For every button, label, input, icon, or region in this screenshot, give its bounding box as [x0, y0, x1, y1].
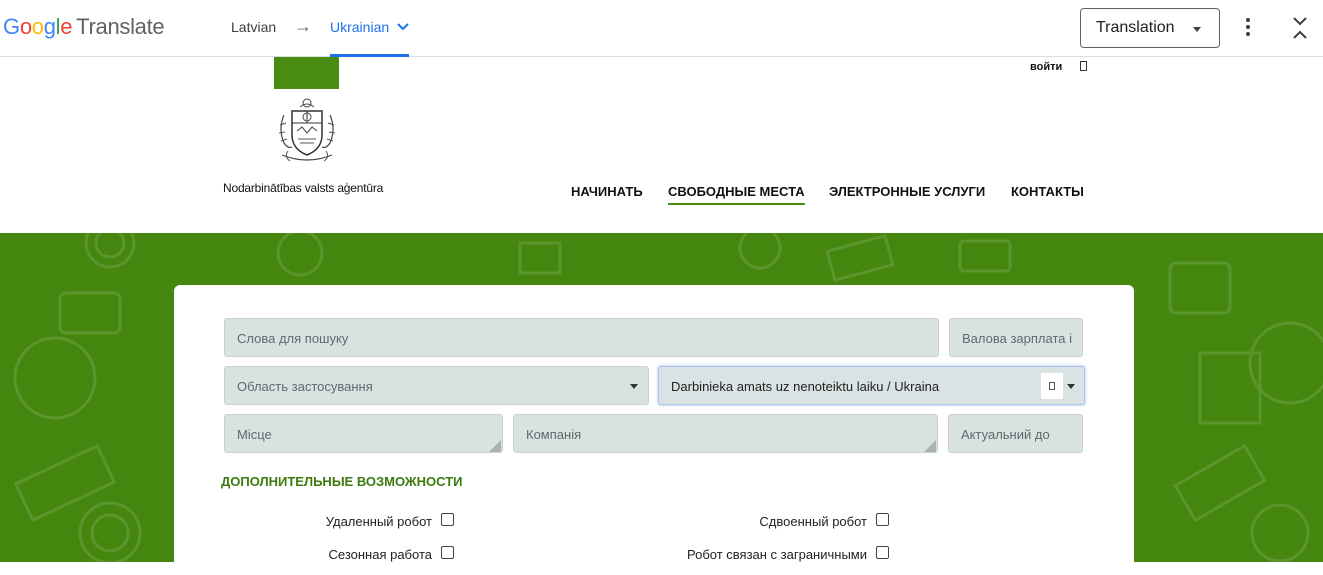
agency-name: Nodarbinātības valsts aģentūra: [223, 181, 384, 195]
keywords-input[interactable]: Слова для пошуку: [224, 318, 939, 357]
seasonal-work-label: Сезонная работа: [328, 547, 432, 562]
foreign-work-label: Робот связан с заграничными: [686, 547, 867, 562]
field-of-application-value: Область застосування: [237, 379, 373, 394]
logo-product-name: Translate: [76, 14, 165, 39]
valid-until-input[interactable]: Актуальний до: [948, 414, 1083, 453]
target-language-tab[interactable]: Ukrainian: [330, 0, 410, 57]
source-language[interactable]: Latvian: [231, 19, 276, 35]
nav-start[interactable]: НАЧИНАТЬ: [571, 184, 643, 199]
salary-placeholder: Валова зарплата і: [962, 331, 1072, 346]
resize-handle-icon[interactable]: [489, 440, 501, 452]
target-language-label: Ukrainian: [330, 19, 390, 35]
salary-input[interactable]: Валова зарплата і: [949, 318, 1083, 357]
foreign-work-checkbox[interactable]: [876, 546, 889, 559]
resize-handle-icon[interactable]: [924, 440, 936, 452]
extra-options-title: ДОПОЛНИТЕЛЬНЫЕ ВОЗМОЖНОСТИ: [221, 474, 463, 489]
field-of-application-select[interactable]: Область застосування: [224, 366, 649, 405]
chevron-down-icon: [397, 23, 409, 31]
login-icon[interactable]: [1080, 61, 1087, 71]
collapse-icon[interactable]: [1288, 15, 1312, 41]
logo-letter: e: [60, 14, 73, 39]
nav-contacts[interactable]: КОНТАКТЫ: [1011, 184, 1084, 199]
job-type-select[interactable]: Darbinieka amats uz nenoteiktu laiku / U…: [658, 366, 1085, 405]
seasonal-work-checkbox[interactable]: [441, 546, 454, 559]
nav-vacancies[interactable]: СВОБОДНЫЕ МЕСТА: [668, 184, 805, 205]
remote-work-label: Удаленный робот: [325, 514, 432, 529]
job-type-value: Darbinieka amats uz nenoteiktu laiku / U…: [671, 379, 940, 394]
place-input[interactable]: Місце: [224, 414, 503, 453]
dropdown-caret-icon: [1193, 27, 1201, 32]
logo-letter: o: [31, 14, 44, 39]
more-vert-icon[interactable]: [1238, 16, 1258, 40]
arrow-right-icon: →: [294, 16, 312, 36]
translate-bar: Google Translate Latvian → Ukrainian Tran…: [0, 0, 1323, 57]
remote-work-checkbox[interactable]: [441, 513, 454, 526]
translation-mode-select[interactable]: Translation: [1080, 8, 1220, 48]
logo-letter: G: [3, 14, 20, 39]
coat-of-arms-logo[interactable]: [270, 95, 344, 167]
double-work-label: Сдвоенный робот: [759, 514, 867, 529]
keywords-placeholder: Слова для пошуку: [237, 331, 349, 346]
login-link[interactable]: войти: [1030, 61, 1062, 73]
translation-mode-value: Translation: [1096, 19, 1175, 36]
place-placeholder: Місце: [237, 427, 272, 442]
company-placeholder: Компанія: [526, 427, 582, 442]
double-work-checkbox[interactable]: [876, 513, 889, 526]
clear-selection-icon[interactable]: [1041, 373, 1063, 399]
nav-e-services[interactable]: ЭЛЕКТРОННЫЕ УСЛУГИ: [829, 184, 985, 199]
flag-banner: [274, 57, 339, 89]
company-input[interactable]: Компанія: [513, 414, 938, 453]
dropdown-caret-icon: [1067, 384, 1075, 389]
logo-letter: o: [19, 14, 32, 39]
dropdown-caret-icon: [630, 384, 638, 389]
google-translate-logo[interactable]: Google Translate: [3, 14, 165, 40]
logo-letter: g: [43, 14, 56, 39]
valid-until-placeholder: Актуальний до: [961, 427, 1050, 442]
google-wordmark: Google: [3, 14, 72, 39]
